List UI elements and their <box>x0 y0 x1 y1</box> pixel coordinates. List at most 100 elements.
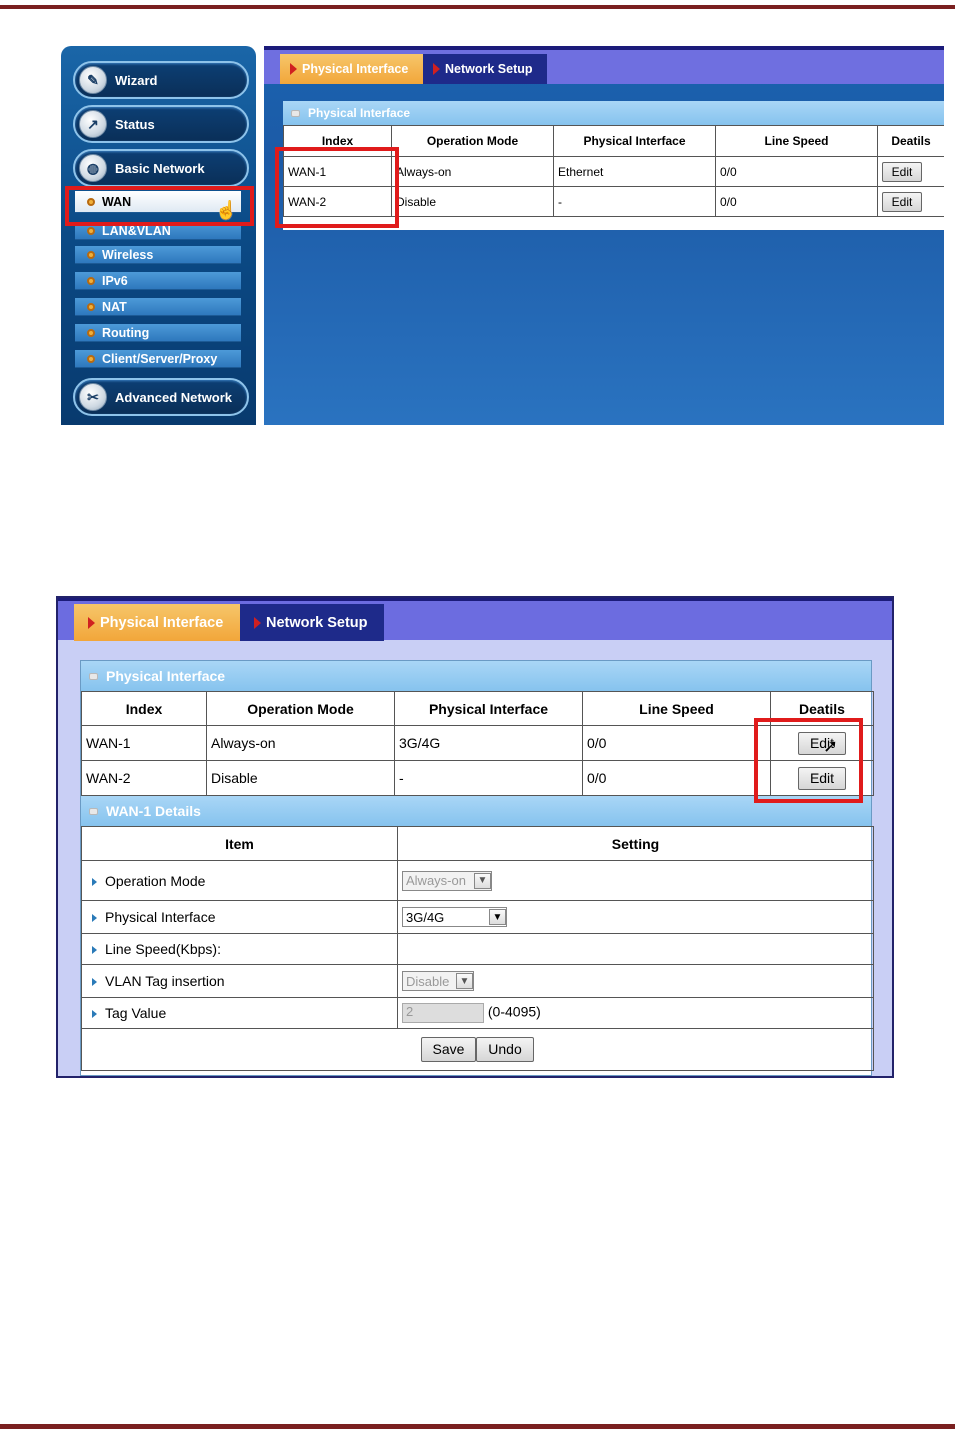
arrow-icon <box>433 63 440 75</box>
sidebar-item-label: NAT <box>102 299 127 314</box>
arrow-cursor-icon: ➚ <box>823 736 839 756</box>
tab-network-setup[interactable]: Network Setup <box>240 604 384 641</box>
tab-label: Physical Interface <box>100 614 224 631</box>
cell-speed: 0/0 <box>582 760 771 796</box>
tools-icon: ✂ <box>79 383 107 411</box>
chevron-down-icon: ▼ <box>456 973 473 989</box>
wizard-icon: ✎ <box>79 66 107 94</box>
vlan-tag-select[interactable]: Disable ▼ <box>402 971 474 991</box>
cell-speed: 0/0 <box>715 156 878 187</box>
details-row: Physical Interface 3G/4G ▼ <box>81 900 874 934</box>
column-header: Index <box>81 691 207 726</box>
sidebar-item-client-server-proxy[interactable]: Client/Server/Proxy <box>75 350 241 368</box>
details-header: WAN-1 Details <box>81 796 871 826</box>
column-header: Item <box>81 826 398 861</box>
details-row: Operation Mode Always-on ▼ <box>81 860 874 901</box>
column-header: Operation Mode <box>206 691 395 726</box>
setting-label: Operation Mode <box>81 860 398 901</box>
sidebar-item-label: Basic Network <box>115 160 205 176</box>
cell-interface: Ethernet <box>553 156 716 187</box>
cell-mode: Always-on <box>391 156 554 187</box>
tab-bar: Physical Interface Network Setup <box>264 46 944 84</box>
screenshot-wan-details: Physical Interface Network Setup Physica… <box>56 596 894 1078</box>
panel-title: Physical Interface <box>106 668 226 684</box>
sidebar-item-wireless[interactable]: Wireless <box>75 246 241 264</box>
tab-bar: Physical Interface Network Setup <box>58 598 892 641</box>
setting-label-text: Operation Mode <box>105 872 206 889</box>
tag-value-hint: (0-4095) <box>487 1003 541 1020</box>
sidebar-item-basic-network[interactable]: ◍ Basic Network <box>73 149 249 187</box>
triangle-icon <box>92 914 97 922</box>
cell-index: WAN-1 <box>81 725 207 761</box>
sidebar-item-ipv6[interactable]: IPv6 <box>75 272 241 290</box>
tag-value-input[interactable]: 2 <box>402 1003 484 1023</box>
bullet-icon <box>87 354 95 363</box>
setting-value: Always-on ▼ <box>397 860 874 901</box>
edit-button[interactable]: Edit <box>882 161 922 182</box>
panel-icon <box>89 807 98 815</box>
panel-icon <box>89 672 98 680</box>
sidebar-item-wizard[interactable]: ✎ Wizard <box>73 61 249 99</box>
panel-header: Physical Interface <box>283 101 944 125</box>
details-title: WAN-1 Details <box>106 803 201 819</box>
setting-label-text: Tag Value <box>105 1005 167 1021</box>
sidebar-item-status[interactable]: ↗ Status <box>73 105 249 143</box>
column-header: Line Speed <box>582 691 771 726</box>
details-row: Tag Value 2 (0-4095) <box>81 997 874 1029</box>
details-row: Line Speed(Kbps): <box>81 933 874 965</box>
cell-action: Edit <box>877 156 944 187</box>
panel-icon <box>291 109 300 117</box>
setting-value <box>397 933 874 965</box>
column-header: Deatils <box>877 125 944 157</box>
tab-network-setup[interactable]: Network Setup <box>423 54 547 84</box>
top-rule <box>0 5 955 9</box>
details-row: VLAN Tag insertion Disable ▼ <box>81 964 874 998</box>
arrow-icon <box>290 63 297 75</box>
sidebar-item-advanced-network[interactable]: ✂ Advanced Network <box>73 378 249 416</box>
edit-button[interactable]: Edit <box>882 191 922 212</box>
setting-value: 2 (0-4095) <box>397 997 874 1029</box>
tab-label: Physical Interface <box>302 62 409 76</box>
setting-label-text: Physical Interface <box>105 909 216 925</box>
cell-mode: Always-on <box>206 725 395 761</box>
sidebar-item-label: Wizard <box>115 72 158 88</box>
column-header: Operation Mode <box>391 125 554 157</box>
operation-mode-select[interactable]: Always-on ▼ <box>402 870 492 891</box>
triangle-icon <box>92 978 97 986</box>
setting-value: Disable ▼ <box>397 964 874 998</box>
sidebar-item-label: Wireless <box>102 247 154 262</box>
tab-physical-interface[interactable]: Physical Interface <box>280 54 423 84</box>
setting-label-text: Line Speed(Kbps): <box>105 941 221 957</box>
triangle-icon <box>92 877 97 886</box>
details-actions-row: Save Undo <box>81 1028 874 1071</box>
cell-index: WAN-2 <box>81 760 207 796</box>
bullet-icon <box>87 226 95 235</box>
column-header: Physical Interface <box>394 691 583 726</box>
bullet-icon <box>87 250 95 259</box>
cell-action: Edit <box>877 186 944 217</box>
physical-interface-select[interactable]: 3G/4G ▼ <box>402 907 507 927</box>
arrow-icon <box>88 616 95 629</box>
cell-interface: - <box>553 186 716 217</box>
globe-icon: ◍ <box>79 154 107 182</box>
cell-interface: - <box>394 760 583 796</box>
tab-physical-interface[interactable]: Physical Interface <box>74 604 240 641</box>
hand-cursor-icon: ☝ <box>215 200 238 220</box>
sidebar-item-routing[interactable]: Routing <box>75 324 241 342</box>
sidebar-item-nat[interactable]: NAT <box>75 298 241 316</box>
sidebar-item-label: Status <box>115 116 155 132</box>
setting-label: Tag Value <box>81 997 398 1029</box>
setting-label: VLAN Tag insertion <box>81 964 398 998</box>
setting-label: Physical Interface <box>81 900 398 934</box>
chevron-down-icon: ▼ <box>474 872 491 889</box>
details-header-row: Item Setting <box>81 826 874 861</box>
tab-label: Network Setup <box>266 614 368 631</box>
status-chart-icon: ↗ <box>79 110 107 138</box>
bullet-icon <box>87 276 95 285</box>
undo-button[interactable]: Undo <box>476 1037 534 1062</box>
details-table: Item Setting Operation Mode Always-on ▼ … <box>81 826 874 1071</box>
setting-label-text: VLAN Tag insertion <box>105 973 225 989</box>
sidebar-item-label: Client/Server/Proxy <box>102 351 218 366</box>
index-highlight-box <box>275 147 399 228</box>
save-button[interactable]: Save <box>421 1037 476 1062</box>
